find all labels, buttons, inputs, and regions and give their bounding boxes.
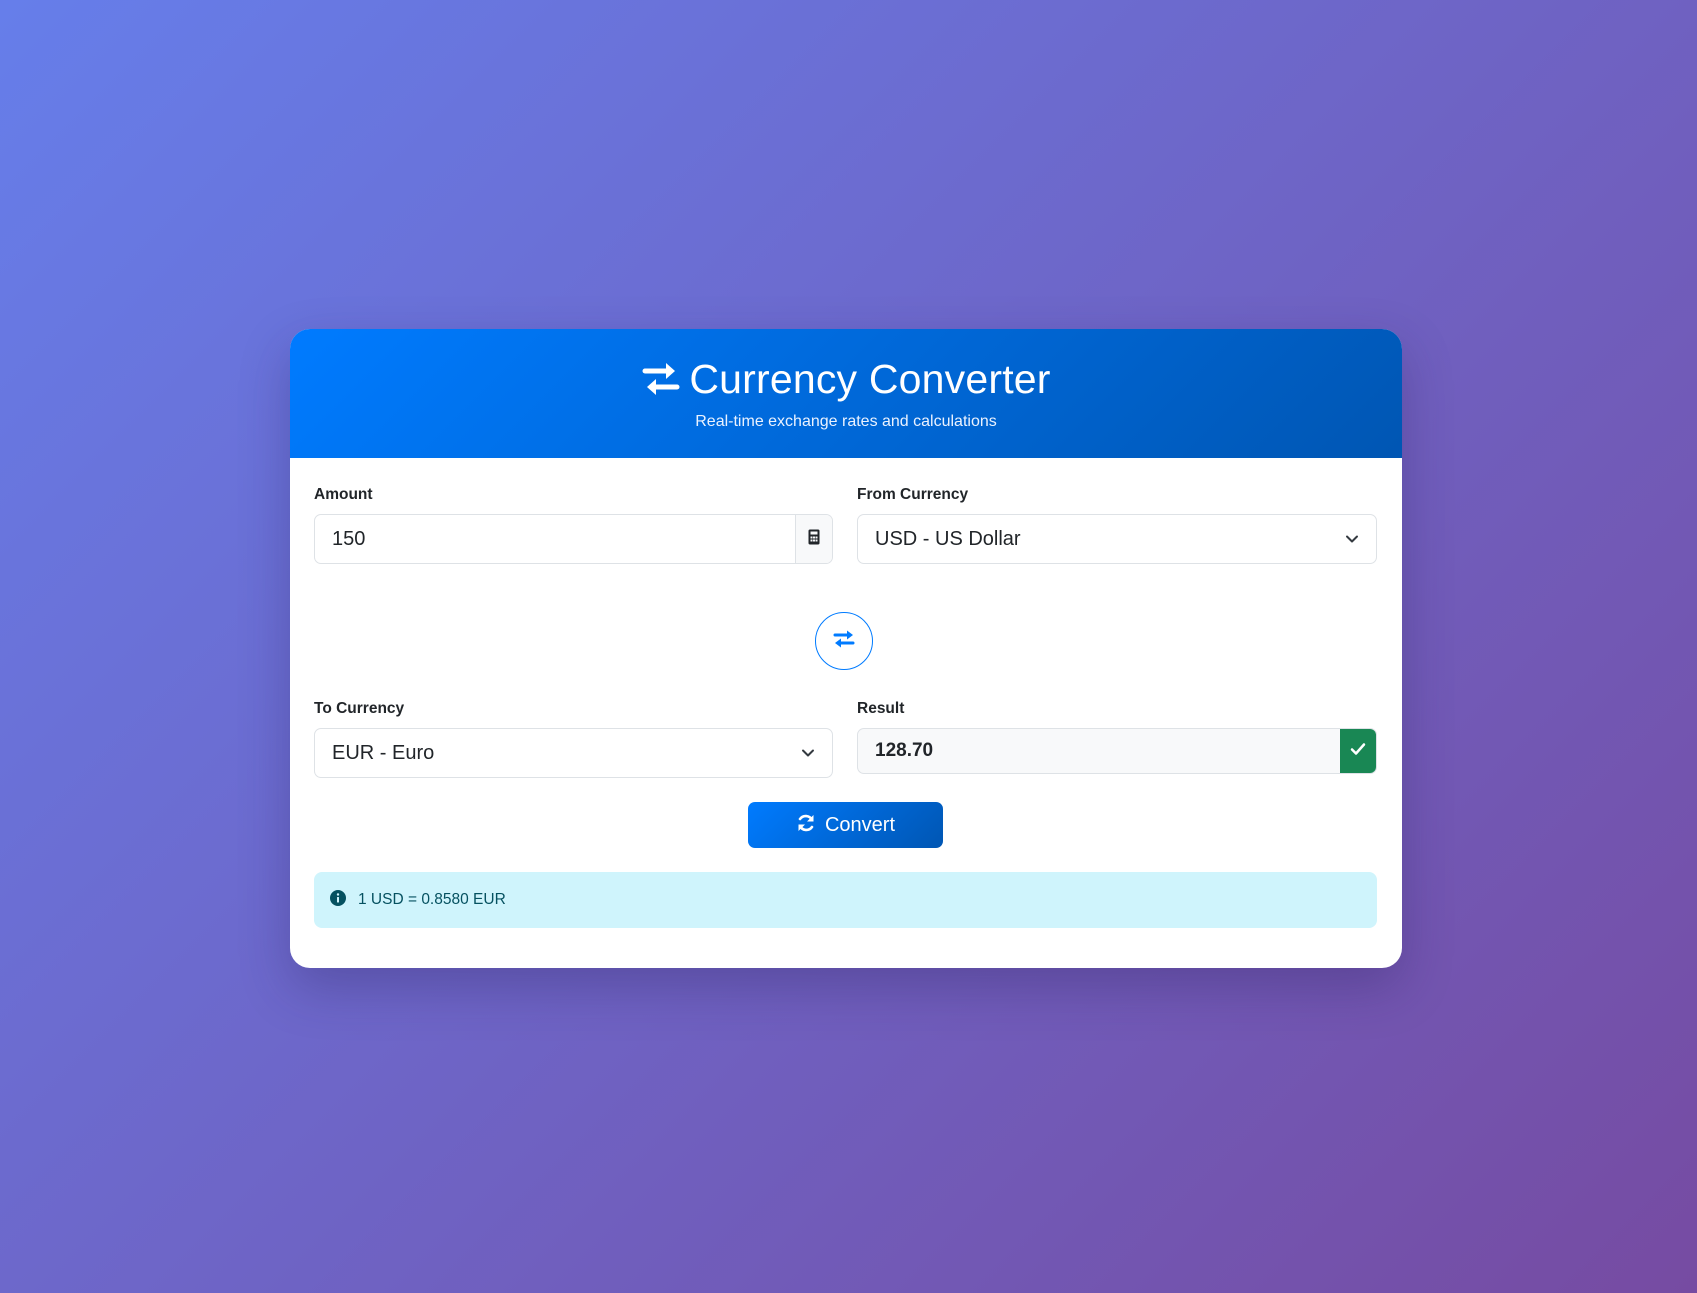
amount-input[interactable] bbox=[315, 515, 795, 563]
amount-input-group bbox=[314, 514, 833, 564]
exchange-rate-alert: 1 USD = 0.8580 EUR bbox=[314, 872, 1377, 928]
chevron-down-icon bbox=[801, 748, 815, 758]
result-addon bbox=[1340, 729, 1376, 773]
exchange-arrows-icon bbox=[641, 359, 681, 399]
result-group: 128.70 bbox=[857, 728, 1377, 774]
amount-label: Amount bbox=[314, 486, 373, 503]
exchange-rate-text: 1 USD = 0.8580 EUR bbox=[358, 891, 506, 908]
check-icon bbox=[1350, 742, 1366, 761]
convert-button[interactable]: Convert bbox=[748, 802, 943, 848]
swap-arrows-icon bbox=[832, 628, 856, 655]
to-currency-value: EUR - Euro bbox=[332, 741, 435, 764]
page-subtitle: Real-time exchange rates and calculation… bbox=[695, 413, 997, 430]
title-row: Currency Converter bbox=[290, 355, 1402, 403]
converter-card: Currency Converter Real-time exchange ra… bbox=[290, 329, 1402, 968]
result-value: 128.70 bbox=[875, 740, 934, 761]
from-currency-value: USD - US Dollar bbox=[875, 527, 1021, 550]
to-currency-label: To Currency bbox=[314, 700, 405, 717]
card-header: Currency Converter Real-time exchange ra… bbox=[290, 329, 1402, 458]
to-currency-select[interactable]: EUR - Euro bbox=[314, 728, 833, 778]
card-body: Amount From Cur bbox=[290, 458, 1402, 968]
convert-button-label: Convert bbox=[824, 813, 896, 836]
chevron-down-icon bbox=[1345, 534, 1359, 544]
calculator-icon bbox=[808, 529, 820, 550]
result-label: Result bbox=[857, 700, 905, 717]
refresh-icon bbox=[796, 813, 816, 838]
page-title: Currency Converter bbox=[689, 356, 1051, 402]
from-currency-select[interactable]: USD - US Dollar bbox=[857, 514, 1377, 564]
swap-currencies-button[interactable] bbox=[815, 612, 873, 670]
info-circle-icon bbox=[330, 889, 346, 911]
from-currency-label: From Currency bbox=[857, 486, 969, 503]
amount-addon bbox=[795, 515, 832, 563]
